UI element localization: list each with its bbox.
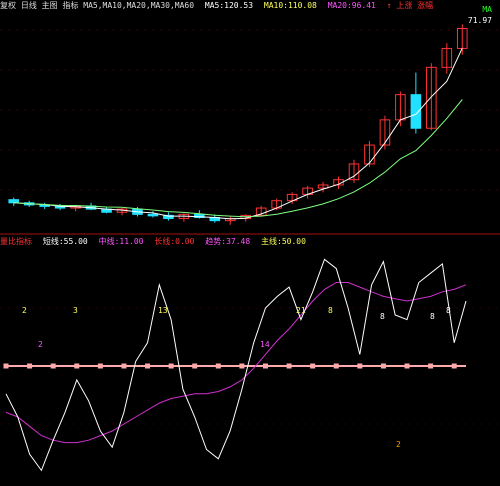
indicator-marker bbox=[286, 363, 292, 369]
right-mark-a: MA bbox=[482, 5, 492, 14]
mid-line-value: 11.00 bbox=[119, 237, 144, 246]
top-header-tail: ↑ 上涨 涨幅 bbox=[386, 1, 434, 10]
ma20-value: MA20:96.41 bbox=[327, 1, 376, 10]
trend-value: 37.48 bbox=[226, 237, 251, 246]
lower-mark: 8 bbox=[328, 306, 333, 315]
ma-line bbox=[13, 99, 463, 218]
indicator-marker bbox=[451, 363, 457, 369]
lower-mark: 14 bbox=[260, 340, 270, 349]
indicator-marker bbox=[145, 363, 151, 369]
lower-mark: 8 bbox=[446, 306, 451, 315]
indicator-marker bbox=[357, 363, 363, 369]
long-line-label: 长线: bbox=[154, 237, 176, 246]
moving-average-lines bbox=[13, 47, 463, 220]
lower-mark: 3 bbox=[73, 306, 78, 315]
indicator-marker bbox=[121, 363, 127, 369]
indicator-marker bbox=[428, 363, 434, 369]
ma-line bbox=[13, 47, 463, 220]
indicator-marker bbox=[50, 363, 56, 369]
indicator-marker bbox=[404, 363, 410, 369]
indicator-marker bbox=[333, 363, 339, 369]
indicator-marker bbox=[27, 363, 33, 369]
lower-header-title: 量比指标 bbox=[0, 237, 32, 246]
short-line-value: 55.00 bbox=[63, 237, 88, 246]
ma5-value: MA5:120.53 bbox=[204, 1, 254, 10]
main-line-label: 主线: bbox=[261, 237, 282, 246]
right-mark-b: 71.97 bbox=[467, 16, 492, 25]
indicator-marker bbox=[215, 363, 221, 369]
short-line-label: 短线: bbox=[42, 237, 64, 246]
top-header-title: 复权 日线 主图 指标 MA5,MA10,MA20,MA30,MA60 bbox=[0, 1, 195, 10]
candlestick-series bbox=[8, 24, 468, 225]
lower-mark: 21 bbox=[296, 306, 306, 315]
lower-mark: 2 bbox=[396, 440, 401, 449]
top-header-bar: 复权 日线 主图 指标 MA5,MA10,MA20,MA30,MA60 MA5:… bbox=[0, 0, 500, 14]
candle-body bbox=[147, 213, 159, 217]
indicator-marker bbox=[310, 363, 316, 369]
long-line-value: 0.00 bbox=[175, 237, 195, 246]
indicator-marker bbox=[192, 363, 198, 369]
mid-line-label: 中线: bbox=[98, 237, 120, 246]
trend-label: 趋势: bbox=[205, 237, 227, 246]
lower-mark: 8 bbox=[430, 312, 435, 321]
indicator-marker bbox=[262, 363, 268, 369]
indicator-marker bbox=[239, 363, 245, 369]
lower-mark: 2 bbox=[22, 306, 27, 315]
indicator-marker bbox=[97, 363, 103, 369]
ma10-value: MA10:110.08 bbox=[263, 1, 317, 10]
indicator-marker bbox=[380, 363, 386, 369]
lower-mark: 2 bbox=[38, 340, 43, 349]
lower-mark: 13 bbox=[158, 306, 168, 315]
indicator-marker bbox=[3, 363, 9, 369]
candle-body bbox=[410, 94, 422, 129]
lower-mark: 8 bbox=[380, 312, 385, 321]
main-line-value: 50.00 bbox=[281, 237, 306, 246]
indicator-marker bbox=[74, 363, 80, 369]
lower-header-bar: 量比指标 短线:55.00 中线:11.00 长线:0.00 趋势:37.48 … bbox=[0, 236, 306, 247]
indicator-marker bbox=[168, 363, 174, 369]
upper-grid bbox=[0, 29, 500, 191]
